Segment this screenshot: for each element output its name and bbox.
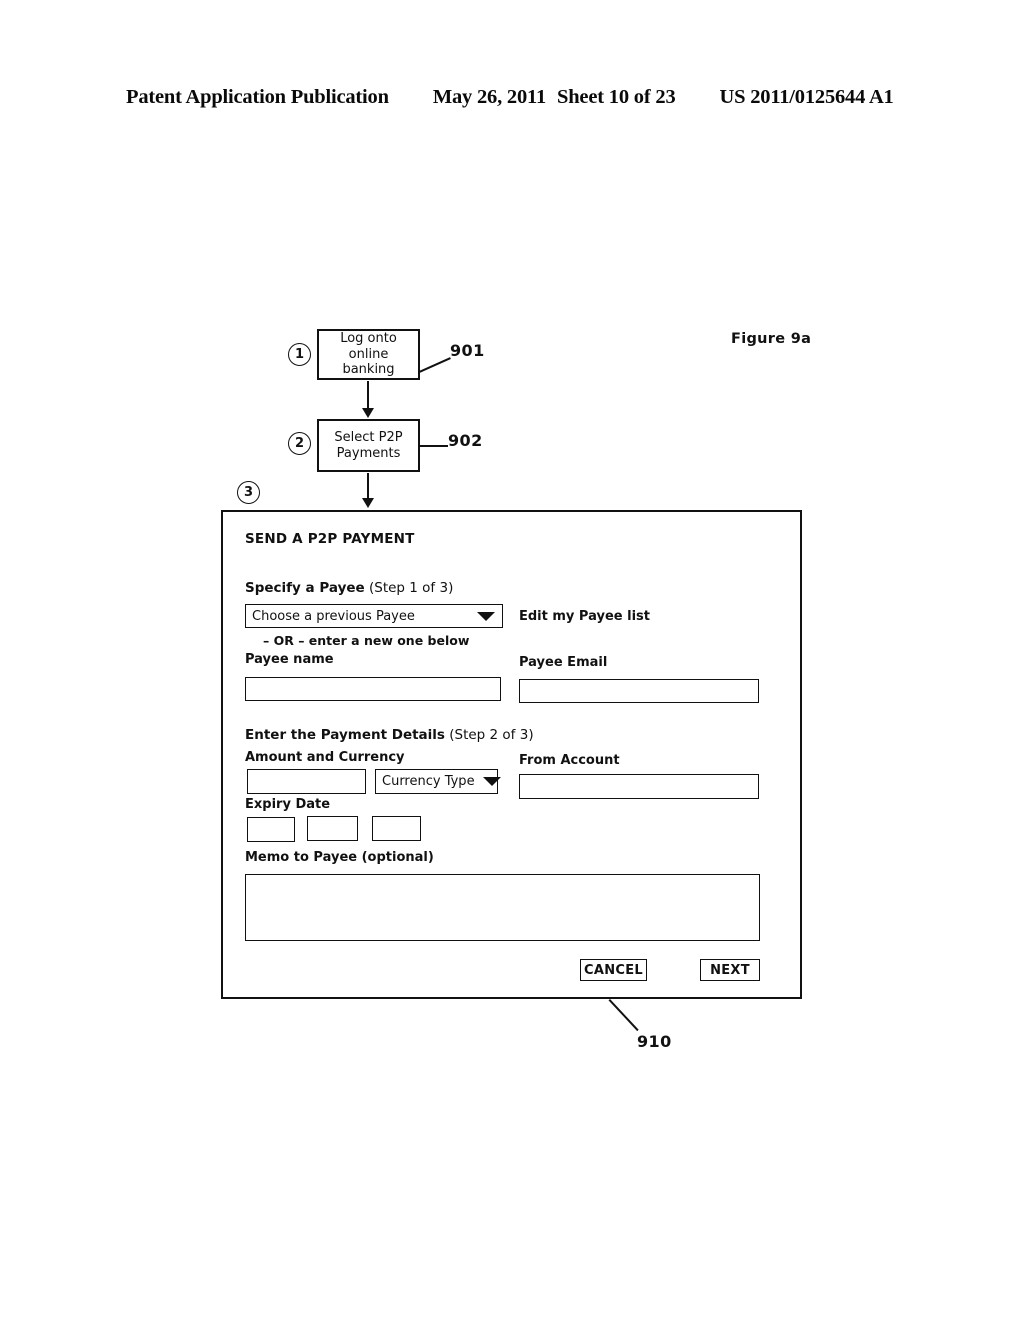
payee-name-label: Payee name	[245, 652, 334, 667]
previous-payee-select[interactable]: Choose a previous Payee	[245, 604, 503, 628]
step-marker-2: 2	[288, 432, 311, 455]
reference-numeral-902: 902	[448, 431, 483, 450]
expiry-date-input-1[interactable]	[247, 817, 295, 842]
leader-line-901	[419, 357, 451, 373]
heading-payment-details: Enter the Payment Details (Step 2 of 3)	[245, 727, 534, 743]
reference-numeral-901: 901	[450, 341, 485, 360]
memo-to-payee-label: Memo to Payee (optional)	[245, 850, 434, 865]
expiry-date-input-3[interactable]	[372, 816, 421, 841]
amount-input[interactable]	[247, 769, 366, 794]
from-account-input[interactable]	[519, 774, 759, 799]
memo-to-payee-textarea[interactable]	[245, 874, 760, 941]
cancel-button[interactable]: CANCEL	[580, 959, 647, 981]
payee-email-label: Payee Email	[519, 655, 608, 670]
payee-email-input[interactable]	[519, 679, 759, 703]
chevron-down-icon	[482, 777, 501, 786]
publication-label: Patent Application Publication	[126, 86, 389, 108]
patent-header: Patent Application Publication May 26, 2…	[126, 86, 898, 109]
figure-label: Figure 9a	[731, 331, 812, 347]
heading-payment-details-bold: Enter the Payment Details	[245, 727, 445, 743]
currency-type-select[interactable]: Currency Type	[375, 769, 501, 794]
arrow-down-icon-select-to-panel	[367, 473, 369, 499]
flow-box-select-p2p-payments: Select P2P Payments	[317, 419, 420, 472]
flow-box-select-text: Select P2P Payments	[334, 430, 402, 462]
flow-box-login-line2: banking	[342, 362, 395, 378]
expiry-date-label: Expiry Date	[245, 797, 331, 812]
next-button[interactable]: NEXT	[700, 959, 760, 981]
flow-box-login-line1: Log onto online	[340, 330, 397, 362]
flow-box-log-onto-online-banking: Log onto online banking	[317, 329, 420, 380]
edit-payee-list-link[interactable]: Edit my Payee list	[519, 609, 650, 624]
leader-line-902	[420, 445, 448, 447]
step-marker-1: 1	[288, 343, 311, 366]
from-account-label: From Account	[519, 753, 620, 768]
heading-specify-payee-step: (Step 1 of 3)	[364, 580, 454, 596]
heading-specify-payee-bold: Specify a Payee	[245, 580, 365, 596]
flow-box-login-text: Log onto online banking	[325, 331, 412, 379]
reference-numeral-910: 910	[637, 1032, 672, 1051]
arrow-down-icon-login-to-select	[367, 381, 369, 409]
leader-line-910	[608, 999, 639, 1032]
expiry-date-input-2[interactable]	[307, 816, 358, 841]
amount-and-currency-label: Amount and Currency	[245, 750, 405, 765]
currency-type-select-value: Currency Type	[382, 774, 475, 789]
send-p2p-payment-panel: SEND A P2P PAYMENT Specify a Payee (Step…	[221, 510, 802, 999]
sheet-number: Sheet 10 of 23	[557, 86, 676, 108]
flow-box-select-line1: Select P2P	[334, 429, 403, 445]
publication-date: May 26, 2011	[432, 86, 547, 108]
chevron-down-icon	[477, 611, 495, 621]
panel-title: SEND A P2P PAYMENT	[245, 531, 415, 547]
heading-payment-details-step: (Step 2 of 3)	[444, 727, 534, 743]
heading-specify-payee: Specify a Payee (Step 1 of 3)	[245, 580, 453, 596]
patent-number: US 2011/0125644 A1	[719, 86, 894, 108]
flow-box-select-line2: Payments	[336, 445, 401, 461]
previous-payee-select-value: Choose a previous Payee	[252, 608, 415, 624]
step-marker-3: 3	[237, 481, 260, 504]
payee-name-input[interactable]	[245, 677, 501, 701]
or-enter-new-payee-text: – OR – enter a new one below	[263, 633, 470, 648]
